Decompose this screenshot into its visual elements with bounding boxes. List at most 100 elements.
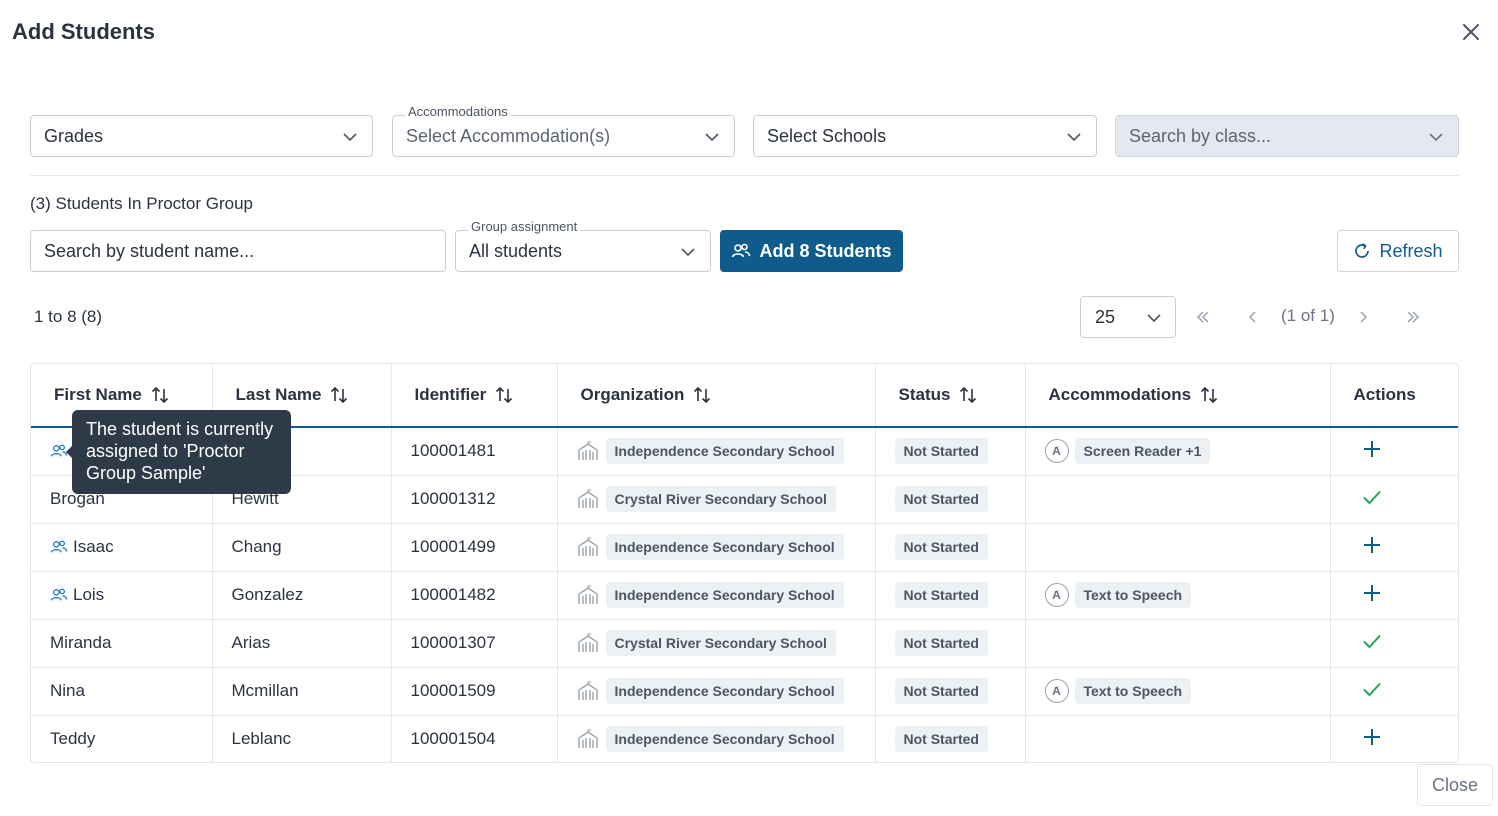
class-search-placeholder: Search by class... [1129,125,1272,146]
status-cell: Not Started [875,571,1026,620]
grades-dropdown[interactable]: Grades [30,115,373,157]
group-icon [50,588,68,601]
group-assignment-dropdown[interactable]: Group assignment All students [455,220,711,272]
accommodation-chip: Text to Speech [1074,678,1192,704]
school-icon [577,633,598,652]
chevron-left-icon [1248,311,1256,323]
school-icon [577,441,598,461]
accommodations-cell [1025,523,1331,572]
column-header-accommodations[interactable]: Accommodations [1025,364,1331,428]
group-icon [732,243,751,258]
check-icon [1362,682,1381,696]
plus-icon[interactable] [1361,726,1383,748]
first-name-cell: Nina [31,667,213,716]
divider [30,175,1459,176]
accommodations-cell [1025,715,1331,762]
first-page-button[interactable] [1191,304,1215,330]
last-name-cell: Chang [212,523,392,572]
identifier: 100001499 [410,537,496,556]
identifier: 100001504 [410,729,496,748]
add-students-button[interactable]: Add 8 Students [720,230,903,272]
organization-cell: Crystal River Secondary School [557,619,876,668]
column-header-label: Status [898,384,951,404]
chevron-down-icon [681,248,695,257]
school-icon [577,585,598,604]
sort-icon[interactable] [494,385,514,405]
identifier-cell: 100001504 [391,715,558,762]
double-chevron-right-icon [1407,311,1420,323]
sort-icon[interactable] [1199,385,1219,405]
identifier-cell: 100001312 [391,475,558,524]
last-page-button[interactable] [1401,304,1425,330]
identifier: 100001312 [410,489,496,508]
page-size-select[interactable]: 25 [1080,296,1176,338]
school-icon [577,729,598,748]
plus-icon[interactable] [1361,438,1383,460]
class-search-dropdown[interactable]: Search by class... [1115,115,1459,157]
organization-chip: Crystal River Secondary School [605,630,836,656]
actions-cell [1330,427,1458,476]
table-row: Nina Mcmillan 100001509 Independence Second… [31,667,1458,716]
column-header-organization[interactable]: Organization [557,364,876,428]
plus-icon[interactable] [1361,582,1383,604]
accommodation-badge: A [1044,679,1069,703]
first-name: Isaac [73,537,114,556]
status-badge: Not Started [894,534,988,560]
first-name: Lois [73,585,105,604]
grades-value: Grades [44,125,104,146]
check-icon [1362,634,1381,648]
prev-page-button[interactable] [1241,304,1265,330]
column-header-label: Actions [1353,385,1416,404]
column-header-identifier[interactable]: Identifier [391,364,558,428]
plus-icon[interactable] [1361,534,1383,556]
status-cell: Not Started [875,715,1026,762]
accommodation-chip: Text to Speech [1074,582,1192,608]
sort-icon[interactable] [958,385,978,405]
refresh-button[interactable]: Refresh [1337,230,1459,272]
group-assignment-tooltip: The student is currently assigned to 'Pr… [66,410,291,494]
status-badge: Not Started [894,438,988,465]
organization-cell: Crystal River Secondary School [557,475,876,524]
chevron-down-icon [1147,314,1161,323]
refresh-label: Refresh [1379,240,1443,261]
identifier-cell: 100001499 [391,523,558,572]
accommodations-cell: A Text to Speech [1025,571,1331,620]
column-header-actions: Actions [1330,364,1458,428]
status-cell: Not Started [875,667,1026,716]
actions-cell [1330,619,1458,668]
status-badge: Not Started [894,678,988,704]
group-assignment-value: All students [469,240,563,261]
sort-icon[interactable] [329,385,349,405]
next-page-button[interactable] [1351,304,1375,330]
last-name: Leblanc [231,729,292,748]
close-button[interactable]: Close [1417,764,1493,806]
column-header-label: Organization [580,384,685,404]
sort-icon[interactable] [150,385,170,405]
last-name-cell: Leblanc [212,715,392,762]
first-name: Miranda [50,633,112,652]
organization-cell: Independence Secondary School [557,523,876,572]
organization-chip: Independence Secondary School [605,582,844,608]
organization-chip: Crystal River Secondary School [605,486,836,512]
school-icon [577,681,598,700]
identifier: 100001509 [410,681,496,700]
schools-dropdown[interactable]: Select Schools [753,115,1097,157]
last-name: Chang [231,537,282,556]
sort-icon[interactable] [692,385,712,405]
refresh-icon [1355,243,1370,258]
status-badge: Not Started [894,726,988,752]
column-header-status[interactable]: Status [875,364,1026,428]
accommodations-cell: A Text to Speech [1025,667,1331,716]
status-cell: Not Started [875,427,1026,476]
table-row: Isaac Chang 100001499 Independence Secondar… [31,523,1458,572]
accommodations-placeholder: Select Accommodation(s) [406,125,611,146]
proctor-group-count: (3) Students In Proctor Group [30,194,253,213]
identifier: 100001481 [410,441,496,461]
accommodations-dropdown[interactable]: Accommodations Select Accommodation(s) [392,105,735,157]
actions-cell [1330,523,1458,572]
student-search-input[interactable] [30,230,446,272]
close-icon[interactable] [1459,20,1483,44]
schools-value: Select Schools [767,125,887,146]
page-size-value: 25 [1095,306,1116,327]
organization-cell: Independence Secondary School [557,715,876,762]
